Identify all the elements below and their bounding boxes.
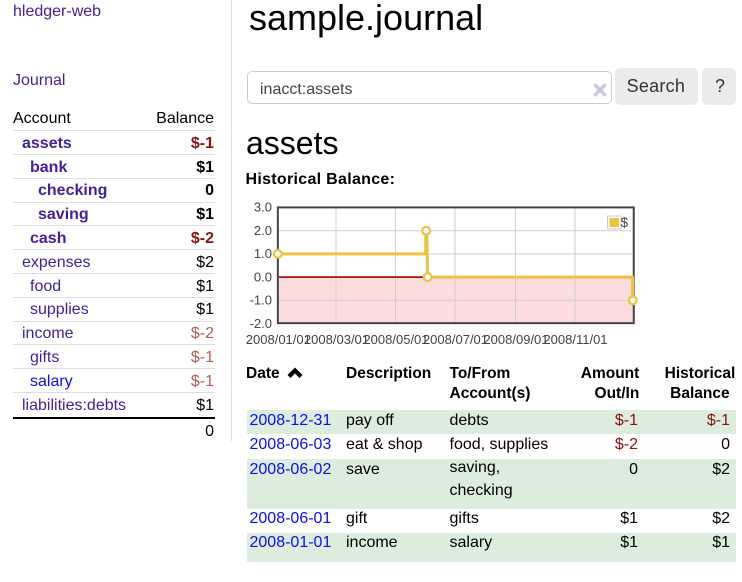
svg-text:2008/11/01: 2008/11/01 (543, 332, 607, 347)
svg-text:2008/05/01: 2008/05/01 (363, 332, 428, 347)
svg-text:0.0: 0.0 (254, 269, 272, 284)
svg-text:-1.0: -1.0 (250, 293, 272, 308)
svg-text:2.0: 2.0 (254, 223, 272, 238)
svg-text:2008/07/01: 2008/07/01 (423, 332, 488, 347)
svg-text:2008/03/01: 2008/03/01 (304, 332, 369, 347)
svg-text:-2.0: -2.0 (250, 316, 272, 331)
svg-text:2008/01/01: 2008/01/01 (246, 332, 311, 347)
svg-text:1.0: 1.0 (254, 246, 272, 261)
svg-text:2008/09/01: 2008/09/01 (483, 332, 548, 347)
svg-text:3.0: 3.0 (254, 200, 272, 215)
svg-text:$: $ (621, 215, 629, 230)
